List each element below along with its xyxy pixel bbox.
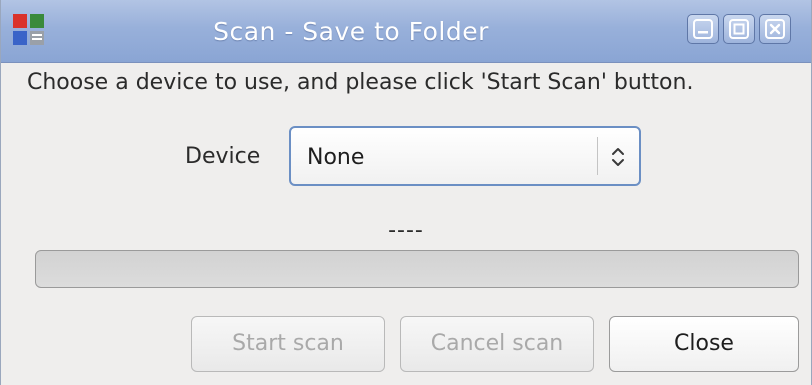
title-bar[interactable]: Scan - Save to Folder: [1, 0, 811, 63]
device-label: Device: [185, 144, 261, 169]
minimize-icon: [693, 19, 713, 39]
scan-dialog-window: Scan - Save to Folder Choose a device to…: [0, 0, 812, 385]
close-icon: [765, 19, 785, 39]
instruction-text: Choose a device to use, and please click…: [27, 70, 694, 95]
status-text: ----: [388, 218, 424, 243]
maximize-button[interactable]: [723, 14, 755, 44]
maximize-icon: [729, 19, 749, 39]
close-button[interactable]: Close: [609, 316, 799, 372]
start-scan-button[interactable]: Start scan: [191, 316, 385, 372]
select-separator: [597, 137, 598, 175]
cancel-scan-button[interactable]: Cancel scan: [400, 316, 594, 372]
device-selected-value: None: [307, 145, 365, 170]
device-select[interactable]: None: [289, 126, 641, 186]
close-window-button[interactable]: [759, 14, 791, 44]
scan-progress-bar: [35, 250, 799, 288]
updown-chevron-icon: [612, 148, 624, 166]
minimize-button[interactable]: [687, 14, 719, 44]
